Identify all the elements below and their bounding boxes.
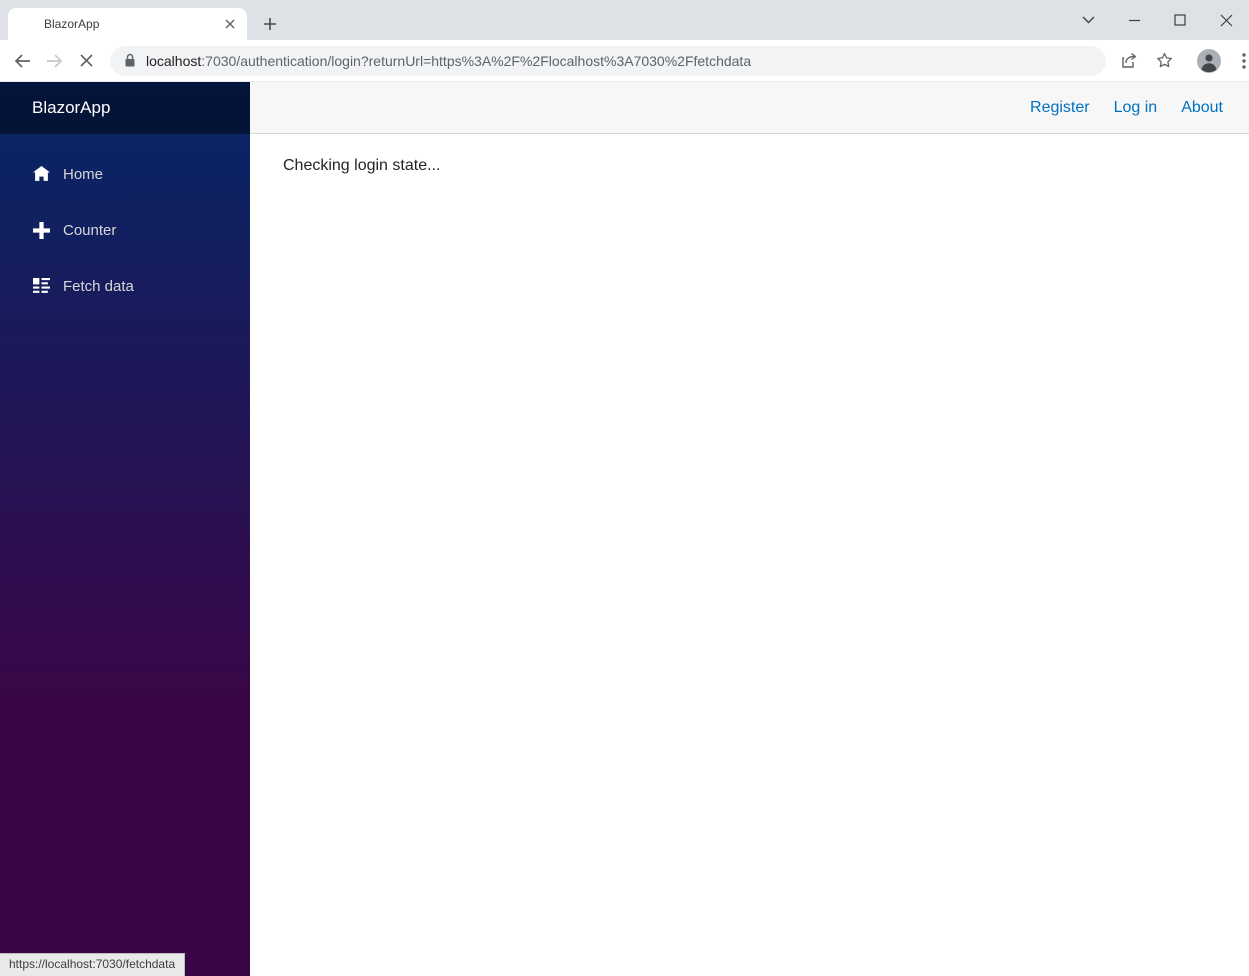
sidebar-item-label: Counter	[63, 221, 117, 239]
lock-icon[interactable]	[124, 53, 136, 68]
sidebar-item-fetch-data[interactable]: Fetch data	[0, 262, 250, 310]
maximize-button[interactable]	[1157, 0, 1203, 40]
url-path: :7030/authentication/login?returnUrl=htt…	[201, 52, 752, 69]
tab-close-icon[interactable]	[221, 15, 239, 33]
home-icon	[32, 165, 50, 183]
browser-tab[interactable]: BlazorApp	[8, 8, 247, 40]
stop-button[interactable]	[70, 45, 102, 77]
login-link[interactable]: Log in	[1114, 99, 1158, 117]
sidebar-item-label: Home	[63, 165, 104, 183]
window-controls	[1065, 0, 1249, 40]
sidebar-item-home[interactable]: Home	[0, 150, 250, 198]
plus-icon	[32, 221, 50, 239]
minimize-button[interactable]	[1111, 0, 1157, 40]
share-icon[interactable]	[1114, 45, 1146, 77]
top-row: Register Log in About	[250, 82, 1249, 134]
status-bar-link-preview: https://localhost:7030/fetchdata	[0, 953, 186, 976]
main-area: Register Log in About Checking login sta…	[250, 82, 1249, 976]
tab-title: BlazorApp	[44, 17, 100, 31]
login-state-message: Checking login state...	[283, 157, 441, 174]
new-tab-button[interactable]	[256, 10, 284, 38]
url-host: localhost	[146, 52, 202, 69]
toolbar-right-icons	[1112, 44, 1249, 78]
page-content: Checking login state...	[250, 134, 1249, 198]
back-button[interactable]	[6, 45, 38, 77]
browser-titlebar: BlazorApp	[0, 0, 1249, 40]
close-window-button[interactable]	[1203, 0, 1249, 40]
sidebar-item-label: Fetch data	[63, 277, 134, 295]
browser-menu-icon[interactable]	[1228, 45, 1249, 77]
about-link[interactable]: About	[1181, 99, 1223, 117]
sidebar-item-counter[interactable]: Counter	[0, 206, 250, 254]
bookmark-star-icon[interactable]	[1148, 45, 1180, 77]
url-text: localhost:7030/authentication/login?retu…	[146, 53, 751, 69]
sidebar-nav: Home Counter Fetch data	[0, 134, 250, 318]
register-link[interactable]: Register	[1030, 99, 1090, 117]
forward-button[interactable]	[38, 45, 70, 77]
browser-toolbar: localhost:7030/authentication/login?retu…	[0, 40, 1249, 82]
list-rich-icon	[32, 277, 50, 295]
profile-avatar[interactable]	[1192, 44, 1226, 78]
sidebar-brand-row: BlazorApp	[0, 82, 250, 134]
sidebar: BlazorApp Home Counter Fetch data	[0, 82, 250, 976]
app-brand-link[interactable]: BlazorApp	[32, 98, 110, 118]
tab-search-chevron-icon[interactable]	[1065, 0, 1111, 40]
address-bar[interactable]: localhost:7030/authentication/login?retu…	[110, 45, 1106, 76]
page-body: BlazorApp Home Counter Fetch data Regist…	[0, 82, 1249, 976]
